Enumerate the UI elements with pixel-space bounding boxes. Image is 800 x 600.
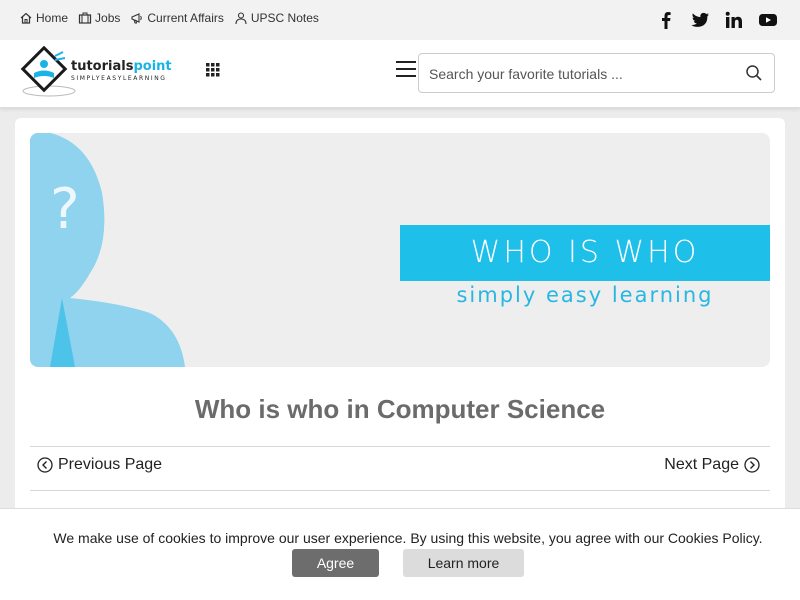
tutorialspoint-logo[interactable]: tutorialspoint SIMPLYEASYLEARNING: [19, 45, 199, 100]
top-link-label: UPSC Notes: [250, 11, 319, 25]
social-links: [656, 10, 778, 30]
banner-title: WHO IS WHO: [470, 235, 700, 270]
cookie-message: We make use of cookies to improve our us…: [53, 530, 763, 546]
next-page-link[interactable]: Next Page: [664, 456, 760, 474]
user-icon: [234, 11, 248, 25]
home-icon: [19, 11, 33, 25]
apps-grid-icon[interactable]: [206, 63, 220, 77]
banner-image: ? WHO IS WHO simply easy learning: [30, 133, 770, 367]
chevron-right-circle-icon: [744, 457, 760, 473]
cookie-consent-bar: We make use of cookies to improve our us…: [0, 508, 800, 600]
top-link-label: Jobs: [95, 11, 121, 25]
agree-button[interactable]: Agree: [292, 549, 379, 577]
megaphone-icon: [130, 11, 144, 25]
page-title: Who is who in Computer Science: [194, 394, 606, 424]
top-bar: Home Jobs Current Affairs UPSC Notes: [0, 0, 800, 40]
learn-more-button[interactable]: Learn more: [403, 549, 524, 577]
previous-page-link[interactable]: Previous Page: [37, 456, 162, 474]
search-input[interactable]: [429, 64, 729, 84]
search-icon[interactable]: [745, 64, 763, 82]
next-page-label: Next Page: [664, 456, 739, 473]
svg-text:SIMPLYEASYLEARNING: SIMPLYEASYLEARNING: [71, 75, 167, 82]
top-links: Home Jobs Current Affairs UPSC Notes: [19, 10, 329, 26]
top-link-jobs[interactable]: Jobs: [78, 10, 120, 26]
facebook-icon[interactable]: [656, 10, 676, 30]
briefcase-icon: [78, 11, 92, 25]
divider: [30, 446, 770, 447]
search-box: [418, 53, 775, 93]
site-header: tutorialspoint SIMPLYEASYLEARNING: [0, 40, 800, 108]
top-link-current-affairs[interactable]: Current Affairs: [130, 10, 224, 26]
youtube-icon[interactable]: [758, 10, 778, 30]
person-silhouette-icon: ?: [30, 133, 185, 367]
svg-text:?: ?: [50, 177, 80, 242]
divider: [30, 490, 770, 491]
banner-subtitle: simply easy learning: [456, 283, 714, 307]
previous-page-label: Previous Page: [58, 456, 163, 473]
svg-text:tutorialspoint: tutorialspoint: [71, 59, 172, 74]
top-link-label: Home: [36, 11, 69, 25]
top-link-label: Current Affairs: [147, 11, 224, 25]
top-link-home[interactable]: Home: [19, 10, 68, 26]
linkedin-icon[interactable]: [724, 10, 744, 30]
menu-hamburger-icon[interactable]: [396, 61, 416, 79]
top-link-upsc-notes[interactable]: UPSC Notes: [234, 10, 319, 26]
twitter-icon[interactable]: [690, 10, 710, 30]
chevron-left-circle-icon: [37, 457, 53, 473]
